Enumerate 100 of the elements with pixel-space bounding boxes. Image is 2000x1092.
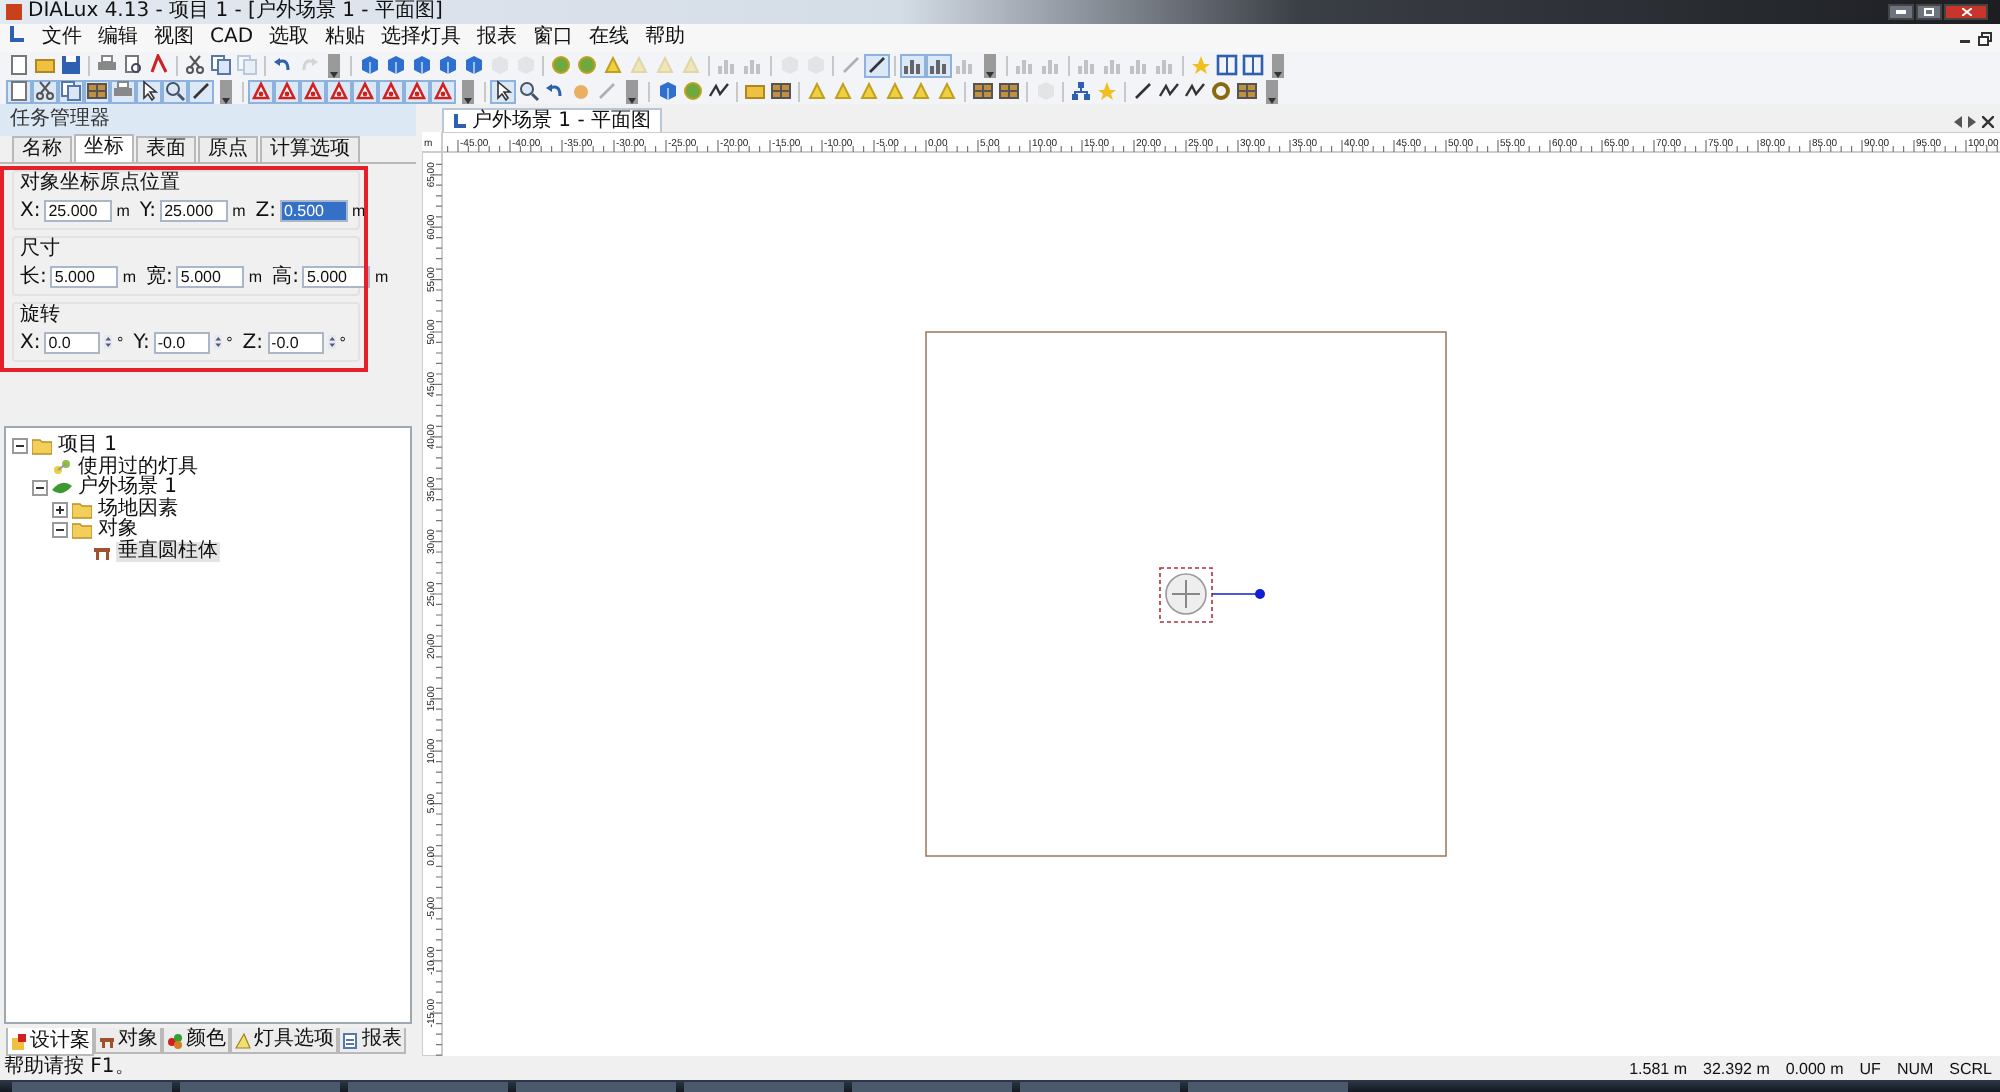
lamp-icon[interactable]	[406, 80, 428, 102]
input-field[interactable]: 25.000	[160, 199, 229, 221]
input-field[interactable]: 0.500	[279, 199, 348, 221]
pointer-icon[interactable]	[492, 80, 514, 102]
tab[interactable]: 名称	[12, 136, 72, 162]
maximize-button[interactable]	[1916, 4, 1942, 20]
input-field[interactable]: 5.000	[302, 265, 371, 287]
minimize-button[interactable]	[1888, 4, 1914, 20]
tab[interactable]: 计算选项	[260, 136, 360, 162]
tree-icon[interactable]	[1070, 80, 1092, 102]
copy-icon[interactable]	[210, 54, 232, 76]
tree-item[interactable]: 垂直圆柱体	[116, 541, 220, 562]
toolbar-overflow-button[interactable]	[626, 79, 638, 103]
spin-field[interactable]: 0.0	[44, 331, 101, 353]
toolbar-overflow-button[interactable]	[220, 79, 232, 103]
cube-icon[interactable]	[436, 54, 458, 76]
toolbar-overflow-button[interactable]	[1266, 79, 1278, 103]
lamp-icon[interactable]	[380, 80, 402, 102]
tab[interactable]: 表面	[136, 136, 196, 162]
restore-icon[interactable]	[1978, 31, 1992, 45]
copy-icon[interactable]	[60, 80, 82, 102]
zigzag-icon[interactable]	[708, 80, 730, 102]
tree-item[interactable]: 项目 1	[56, 436, 120, 457]
tree-item[interactable]: 户外场景 1	[76, 478, 180, 499]
grid-icon[interactable]	[86, 80, 108, 102]
spin-field[interactable]: -0.0	[153, 331, 210, 353]
menu-item[interactable]: 窗口	[525, 24, 582, 52]
line-icon[interactable]	[1132, 80, 1154, 102]
zigzag-icon[interactable]	[1184, 80, 1206, 102]
menu-item[interactable]: 编辑	[90, 24, 146, 52]
columns-icon[interactable]	[1242, 54, 1264, 76]
toolbar-overflow-button[interactable]	[328, 53, 340, 77]
lamp-icon[interactable]	[250, 80, 272, 102]
tree-item[interactable]: 对象	[96, 520, 140, 541]
spin-field[interactable]: -0.0	[267, 331, 324, 353]
tab[interactable]: 颜色	[162, 1028, 230, 1054]
document-icon[interactable]	[8, 80, 30, 102]
app-icon[interactable]	[8, 23, 26, 43]
ring-icon[interactable]	[1210, 80, 1232, 102]
tree-item[interactable]: 使用过的灯具	[76, 457, 200, 478]
chart-icon[interactable]	[928, 54, 950, 76]
close-button[interactable]	[1944, 4, 1988, 20]
menu-item[interactable]: 帮助	[637, 24, 694, 52]
magnifier-icon[interactable]	[164, 80, 186, 102]
cube-icon[interactable]	[410, 54, 432, 76]
lamp-icon[interactable]	[432, 80, 454, 102]
collapse-icon[interactable]	[12, 438, 28, 455]
undo-icon[interactable]	[544, 80, 566, 102]
line-icon[interactable]	[866, 54, 888, 76]
star-icon[interactable]	[1096, 80, 1118, 102]
document-tab[interactable]: 户外场景 1 - 平面图	[442, 108, 662, 132]
tab[interactable]: 原点	[198, 136, 258, 162]
close-icon[interactable]	[1982, 116, 1994, 128]
menu-item[interactable]: 报表	[469, 24, 526, 52]
menu-item[interactable]: 粘贴	[317, 24, 374, 52]
folder-icon[interactable]	[744, 80, 766, 102]
cube-icon[interactable]	[358, 54, 380, 76]
cube-icon[interactable]	[656, 80, 678, 102]
menu-item[interactable]: 文件	[34, 24, 90, 52]
menu-item[interactable]: 选择灯具	[373, 24, 470, 52]
expand-icon[interactable]	[52, 501, 68, 518]
input-field[interactable]: 25.000	[44, 199, 113, 221]
toolbar-overflow-button[interactable]	[984, 53, 996, 77]
cube-icon[interactable]	[384, 54, 406, 76]
toolbar-overflow-button[interactable]	[462, 79, 474, 103]
cube-icon[interactable]	[462, 54, 484, 76]
toolbar-overflow-button[interactable]	[1272, 53, 1284, 77]
tab[interactable]: 对象	[94, 1028, 162, 1054]
grid-icon[interactable]	[972, 80, 994, 102]
lamp-icon[interactable]	[302, 80, 324, 102]
scroll-left-icon[interactable]	[1954, 116, 1962, 128]
lamp-icon[interactable]	[328, 80, 350, 102]
line-icon[interactable]	[190, 80, 212, 102]
pointer-icon[interactable]	[138, 80, 160, 102]
lamp-icon[interactable]	[276, 80, 298, 102]
document-icon[interactable]	[8, 54, 30, 76]
spinner-icon[interactable]	[213, 332, 223, 352]
undo-icon[interactable]	[272, 54, 294, 76]
lamp-icon[interactable]	[354, 80, 376, 102]
star-icon[interactable]	[1190, 54, 1212, 76]
grid-icon[interactable]	[770, 80, 792, 102]
collapse-icon[interactable]	[32, 480, 48, 497]
menu-item[interactable]: 视图	[146, 24, 202, 52]
grid-icon[interactable]	[1236, 80, 1258, 102]
columns-icon[interactable]	[1216, 54, 1238, 76]
magnifier-icon[interactable]	[518, 80, 540, 102]
spinner-icon[interactable]	[104, 332, 113, 352]
chart-icon[interactable]	[902, 54, 924, 76]
scissors-icon[interactable]	[34, 80, 56, 102]
zigzag-icon[interactable]	[1158, 80, 1180, 102]
input-field[interactable]: 5.000	[50, 265, 119, 287]
grid-icon[interactable]	[998, 80, 1020, 102]
preview-icon[interactable]	[122, 54, 144, 76]
scissors-icon[interactable]	[184, 54, 206, 76]
tab[interactable]: 报表	[338, 1028, 406, 1054]
spinner-icon[interactable]	[327, 332, 336, 352]
tab[interactable]: 设计案	[6, 1028, 94, 1056]
menu-item[interactable]: 选取	[261, 24, 318, 52]
tab[interactable]: 坐标	[74, 134, 134, 162]
folder-icon[interactable]	[34, 54, 56, 76]
